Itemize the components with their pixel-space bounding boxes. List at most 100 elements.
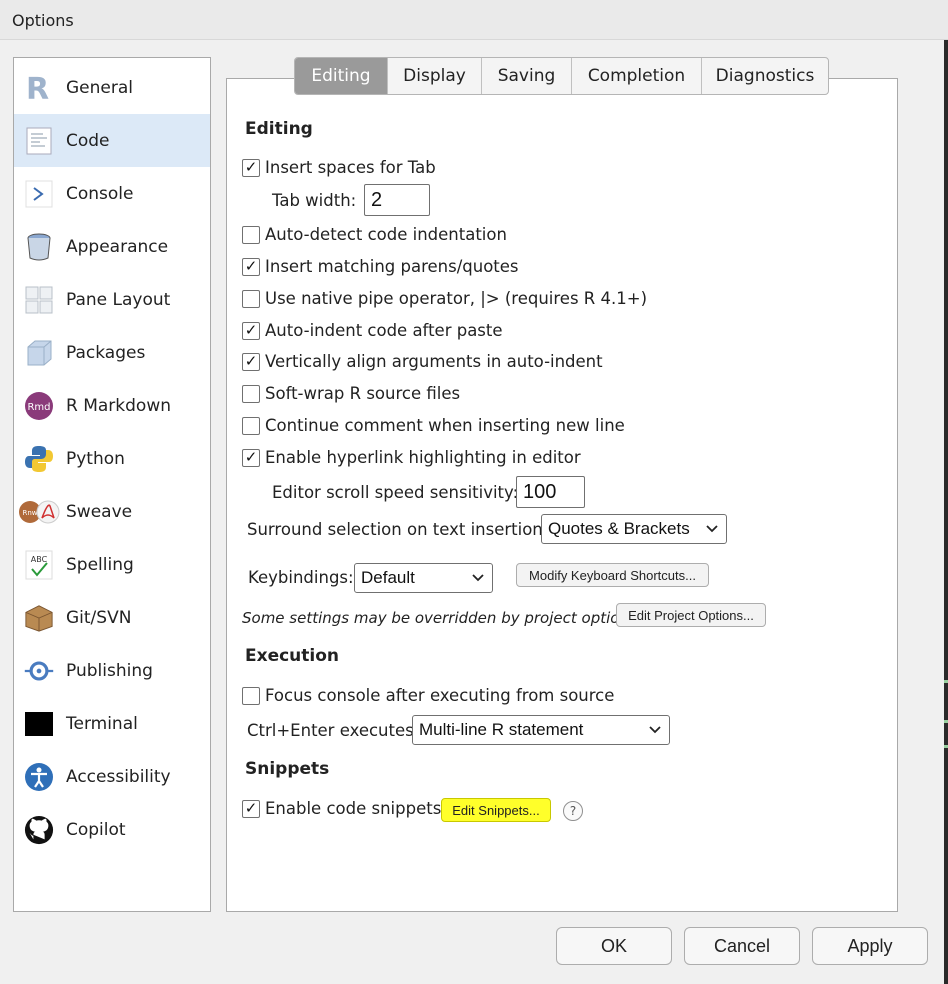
sidebar-item-sweave[interactable]: Rnw Sweave: [14, 485, 210, 538]
terminal-icon: [24, 709, 54, 739]
hyperlink-row: ✓ Enable hyperlink highlighting in edito…: [242, 448, 581, 467]
enable-snippets-checkbox[interactable]: ✓: [242, 799, 260, 818]
select-value: Multi-line R statement: [419, 720, 584, 739]
sidebar-item-label: Spelling: [66, 554, 134, 575]
publishing-icon: [24, 656, 54, 686]
enable-snippets-row: ✓ Enable code snippets: [242, 799, 441, 818]
chevron-down-icon: [647, 722, 663, 738]
matching-parens-checkbox[interactable]: ✓: [242, 257, 260, 276]
tab-completion[interactable]: Completion: [571, 58, 701, 94]
sidebar-item-python[interactable]: Python: [14, 432, 210, 485]
checkbox-label: Enable code snippets: [265, 799, 442, 818]
ctrl-enter-select[interactable]: Multi-line R statement: [412, 715, 670, 745]
sidebar-item-git-svn[interactable]: Git/SVN: [14, 591, 210, 644]
sidebar-item-label: Packages: [66, 342, 146, 363]
edge-mark: [944, 720, 948, 723]
sidebar-item-label: Pane Layout: [66, 289, 171, 310]
checkbox-label: Enable hyperlink highlighting in editor: [265, 448, 581, 467]
sidebar-item-packages[interactable]: Packages: [14, 326, 210, 379]
checkbox-label: Vertically align arguments in auto-inden…: [265, 352, 603, 371]
select-value: Default: [361, 568, 415, 587]
edit-snippets-button[interactable]: Edit Snippets...: [441, 798, 551, 822]
tab-diagnostics[interactable]: Diagnostics: [701, 58, 828, 94]
sidebar-item-appearance[interactable]: Appearance: [14, 220, 210, 273]
auto-indent-paste-row: ✓ Auto-indent code after paste: [242, 321, 503, 340]
sidebar-item-accessibility[interactable]: Accessibility: [14, 750, 210, 803]
sidebar-item-pane-layout[interactable]: Pane Layout: [14, 273, 210, 326]
hyperlink-checkbox[interactable]: ✓: [242, 448, 260, 467]
auto-indent-paste-checkbox[interactable]: ✓: [242, 321, 260, 340]
surround-select[interactable]: Quotes & Brackets: [541, 514, 727, 544]
checkbox-label: Soft-wrap R source files: [265, 384, 461, 403]
section-title-editing: Editing: [245, 119, 313, 139]
insert-spaces-checkbox[interactable]: ✓: [242, 158, 260, 177]
sidebar-item-label: Terminal: [66, 713, 138, 734]
sidebar-item-label: R Markdown: [66, 395, 172, 416]
vertical-align-checkbox[interactable]: ✓: [242, 352, 260, 371]
checkbox-label: Auto-indent code after paste: [265, 321, 503, 340]
checkbox-label: Auto-detect code indentation: [265, 225, 507, 244]
spelling-icon: ABC: [24, 550, 54, 580]
sidebar-item-terminal[interactable]: Terminal: [14, 697, 210, 750]
ok-button[interactable]: OK: [556, 927, 672, 965]
github-icon: [24, 815, 54, 845]
keybindings-select[interactable]: Default: [354, 563, 493, 593]
checkbox-label: Use native pipe operator, |> (requires R…: [265, 289, 648, 308]
native-pipe-row: Use native pipe operator, |> (requires R…: [242, 289, 647, 308]
sidebar-item-copilot[interactable]: Copilot: [14, 803, 210, 856]
section-title-snippets: Snippets: [245, 759, 330, 779]
console-prompt-icon: [24, 179, 54, 209]
apply-button[interactable]: Apply: [812, 927, 928, 965]
sidebar-item-spelling[interactable]: ABC Spelling: [14, 538, 210, 591]
auto-detect-checkbox[interactable]: [242, 225, 260, 244]
tab-width-label: Tab width:: [272, 191, 357, 210]
surround-label: Surround selection on text insertion:: [247, 520, 549, 539]
options-tabs: Editing Display Saving Completion Diagno…: [294, 57, 829, 95]
tab-editing[interactable]: Editing: [295, 58, 387, 94]
paint-bucket-icon: [24, 232, 54, 262]
chevron-down-icon: [704, 521, 720, 537]
scroll-speed-input[interactable]: [516, 476, 585, 508]
continue-comment-row: Continue comment when inserting new line: [242, 416, 625, 435]
sidebar-item-general[interactable]: R General: [14, 61, 210, 114]
tab-display[interactable]: Display: [387, 58, 481, 94]
focus-console-checkbox[interactable]: [242, 686, 260, 705]
edge-mark: [944, 745, 948, 748]
select-value: Quotes & Brackets: [548, 519, 690, 538]
pane-layout-icon: [24, 285, 54, 315]
rmd-icon: Rmd: [24, 391, 54, 421]
edit-project-options-button[interactable]: Edit Project Options...: [616, 603, 766, 627]
sidebar-item-r-markdown[interactable]: Rmd R Markdown: [14, 379, 210, 432]
python-icon: [24, 444, 54, 474]
code-document-icon: [24, 126, 54, 156]
sidebar-item-label: Code: [66, 130, 110, 151]
accessibility-icon: [24, 762, 54, 792]
sidebar-item-label: Publishing: [66, 660, 153, 681]
sidebar-item-label: General: [66, 77, 133, 98]
modify-keyboard-shortcuts-button[interactable]: Modify Keyboard Shortcuts...: [516, 563, 709, 587]
svg-text:ABC: ABC: [31, 555, 48, 564]
section-title-execution: Execution: [245, 646, 340, 666]
continue-comment-checkbox[interactable]: [242, 416, 260, 435]
checkbox-label: Focus console after executing from sourc…: [265, 686, 615, 705]
tab-width-input[interactable]: [364, 184, 430, 216]
sidebar-item-code[interactable]: Code: [14, 114, 210, 167]
sidebar-item-console[interactable]: Console: [14, 167, 210, 220]
sidebar-item-label: Sweave: [66, 501, 133, 522]
native-pipe-checkbox[interactable]: [242, 289, 260, 308]
sidebar-item-label: Python: [66, 448, 125, 469]
sidebar-item-label: Git/SVN: [66, 607, 132, 628]
sweave-icon: Rnw: [18, 497, 60, 527]
chevron-down-icon: [470, 570, 486, 586]
tab-saving[interactable]: Saving: [481, 58, 571, 94]
help-icon[interactable]: ?: [563, 801, 583, 821]
background-window-edge: [944, 40, 948, 984]
svg-text:Rnw: Rnw: [22, 509, 37, 517]
keybindings-label: Keybindings:: [248, 568, 354, 587]
auto-detect-row: Auto-detect code indentation: [242, 225, 507, 244]
soft-wrap-checkbox[interactable]: [242, 384, 260, 403]
sidebar-item-publishing[interactable]: Publishing: [14, 644, 210, 697]
cancel-button[interactable]: Cancel: [684, 927, 800, 965]
checkbox-label: Insert spaces for Tab: [265, 158, 436, 177]
svg-text:R: R: [26, 73, 49, 103]
